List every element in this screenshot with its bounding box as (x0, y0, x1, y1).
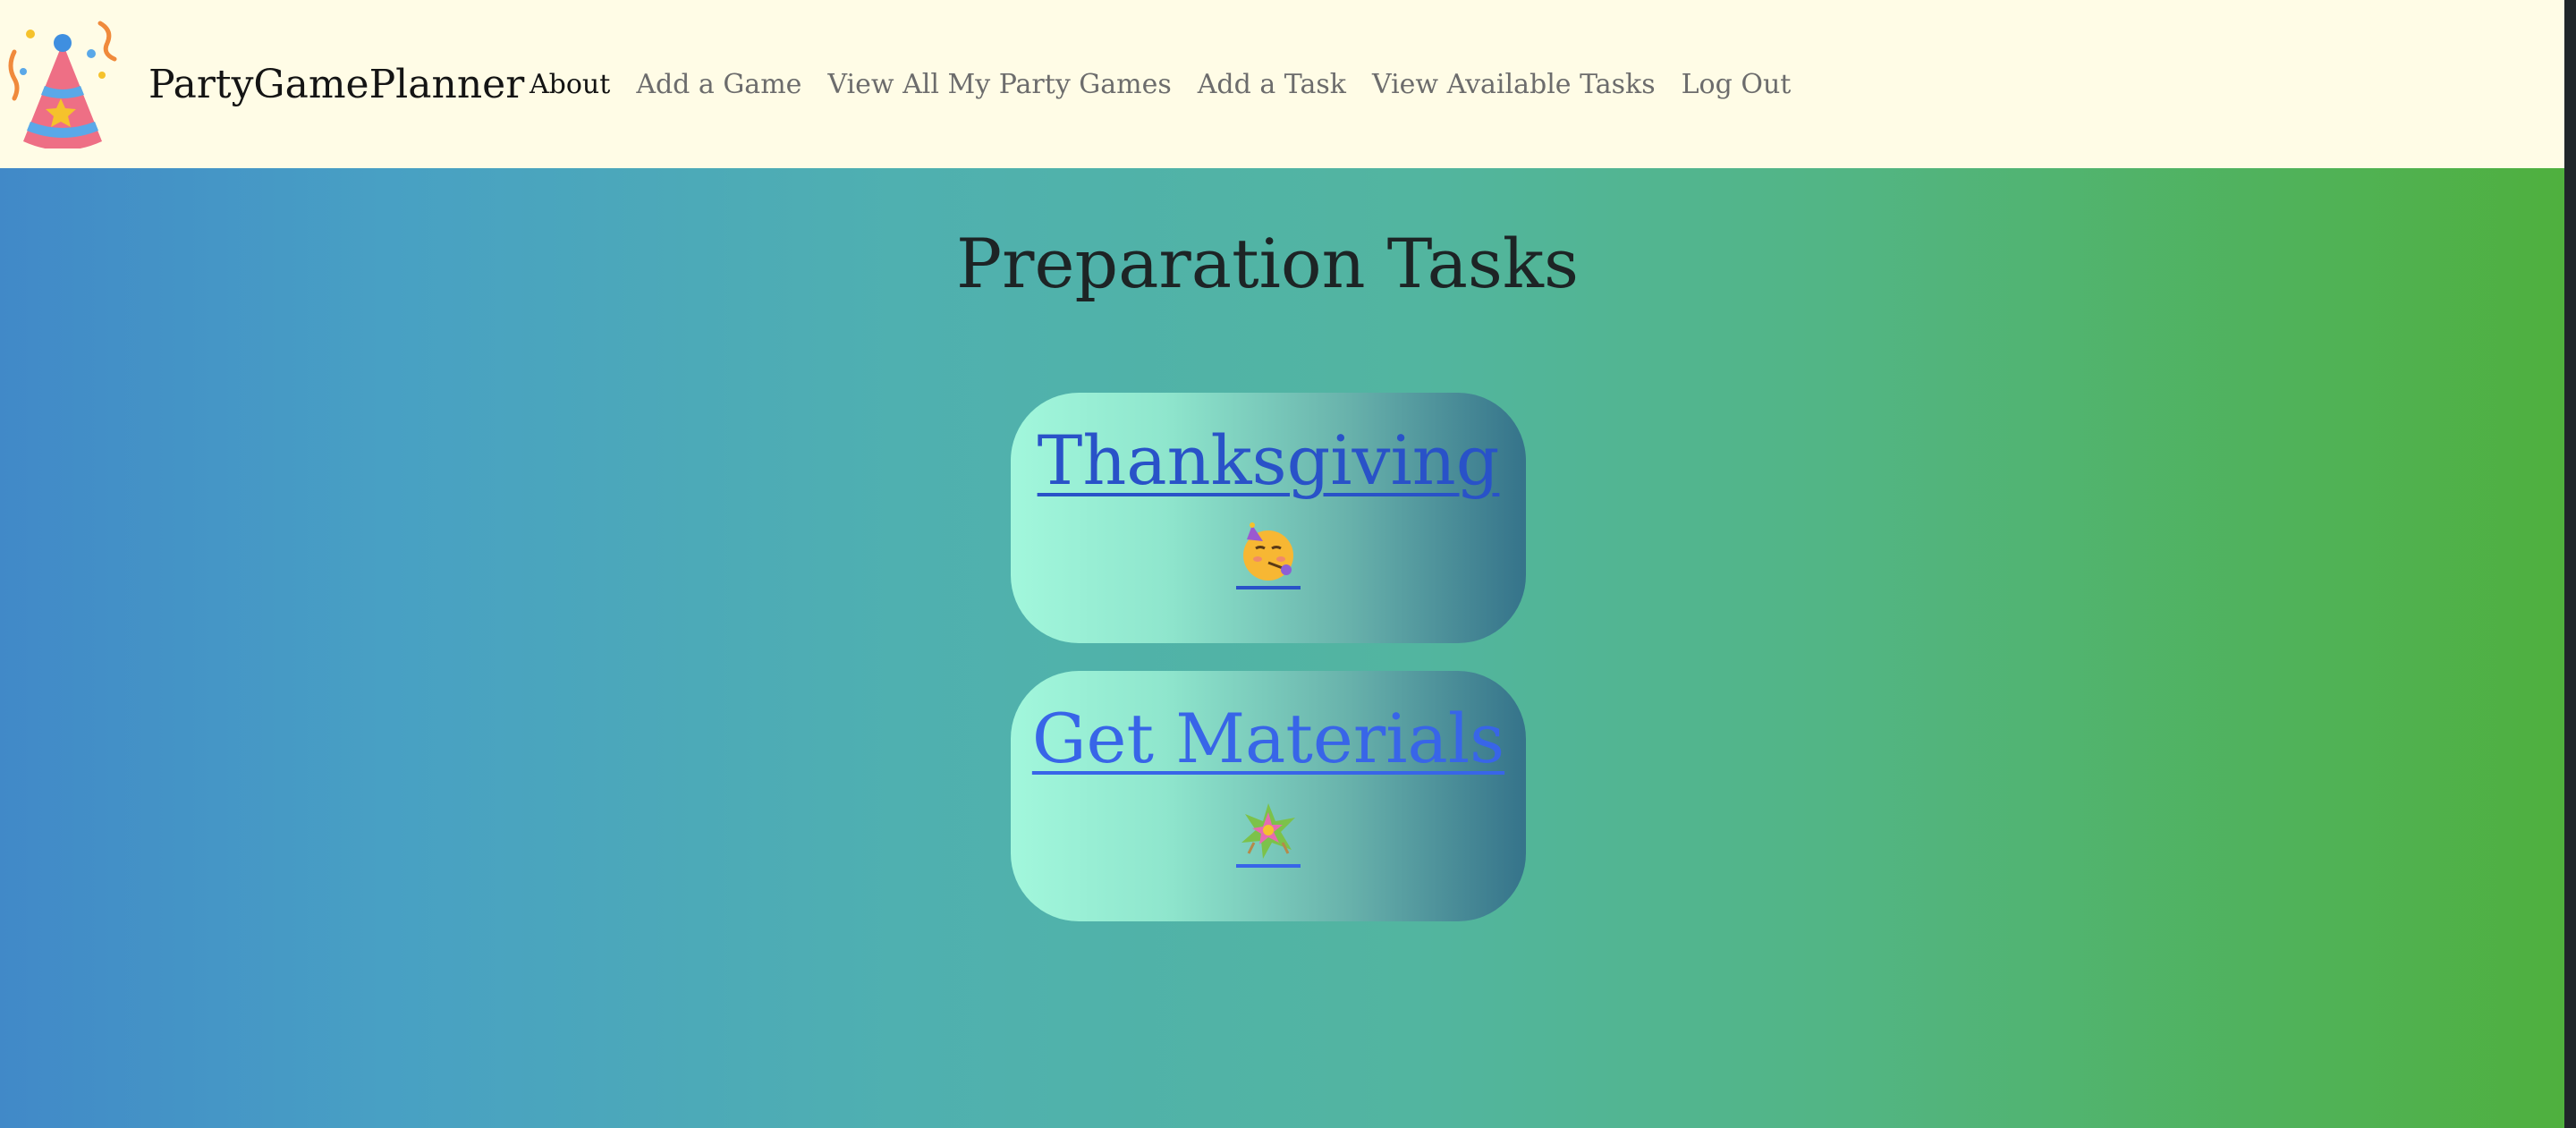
task-name: Thanksgiving (1037, 420, 1500, 500)
party-hat-icon[interactable] (4, 16, 120, 150)
task-name: Get Materials (1031, 699, 1505, 778)
navbar: PartyGamePlanner About Add a Game View A… (0, 0, 2564, 168)
nav-link-view-tasks[interactable]: View Available Tasks (1372, 69, 1656, 100)
brand-link[interactable]: PartyGamePlanner (148, 0, 524, 168)
pinata-icon (1236, 800, 1301, 868)
task-card: Get Materials (1011, 671, 1526, 921)
browser-edge (2564, 0, 2576, 1128)
main-content: Preparation Tasks Thanksgiving Get Mater… (0, 168, 2564, 1128)
nav-link-view-party-games[interactable]: View All My Party Games (827, 69, 1171, 100)
task-link-get-materials[interactable]: Get Materials (1011, 671, 1526, 868)
page-title: Preparation Tasks (956, 224, 1579, 303)
nav-link-log-out[interactable]: Log Out (1682, 69, 1792, 100)
task-link-thanksgiving[interactable]: Thanksgiving (1011, 393, 1526, 589)
nav-link-add-task[interactable]: Add a Task (1198, 69, 1346, 100)
nav-link-about[interactable]: About (530, 69, 610, 100)
nav-link-add-game[interactable]: Add a Game (636, 69, 801, 100)
page: PartyGamePlanner About Add a Game View A… (0, 0, 2576, 1128)
partying-face-icon (1236, 522, 1301, 589)
task-card: Thanksgiving (1011, 393, 1526, 643)
nav-links: About Add a Game View All My Party Games… (530, 0, 1817, 168)
